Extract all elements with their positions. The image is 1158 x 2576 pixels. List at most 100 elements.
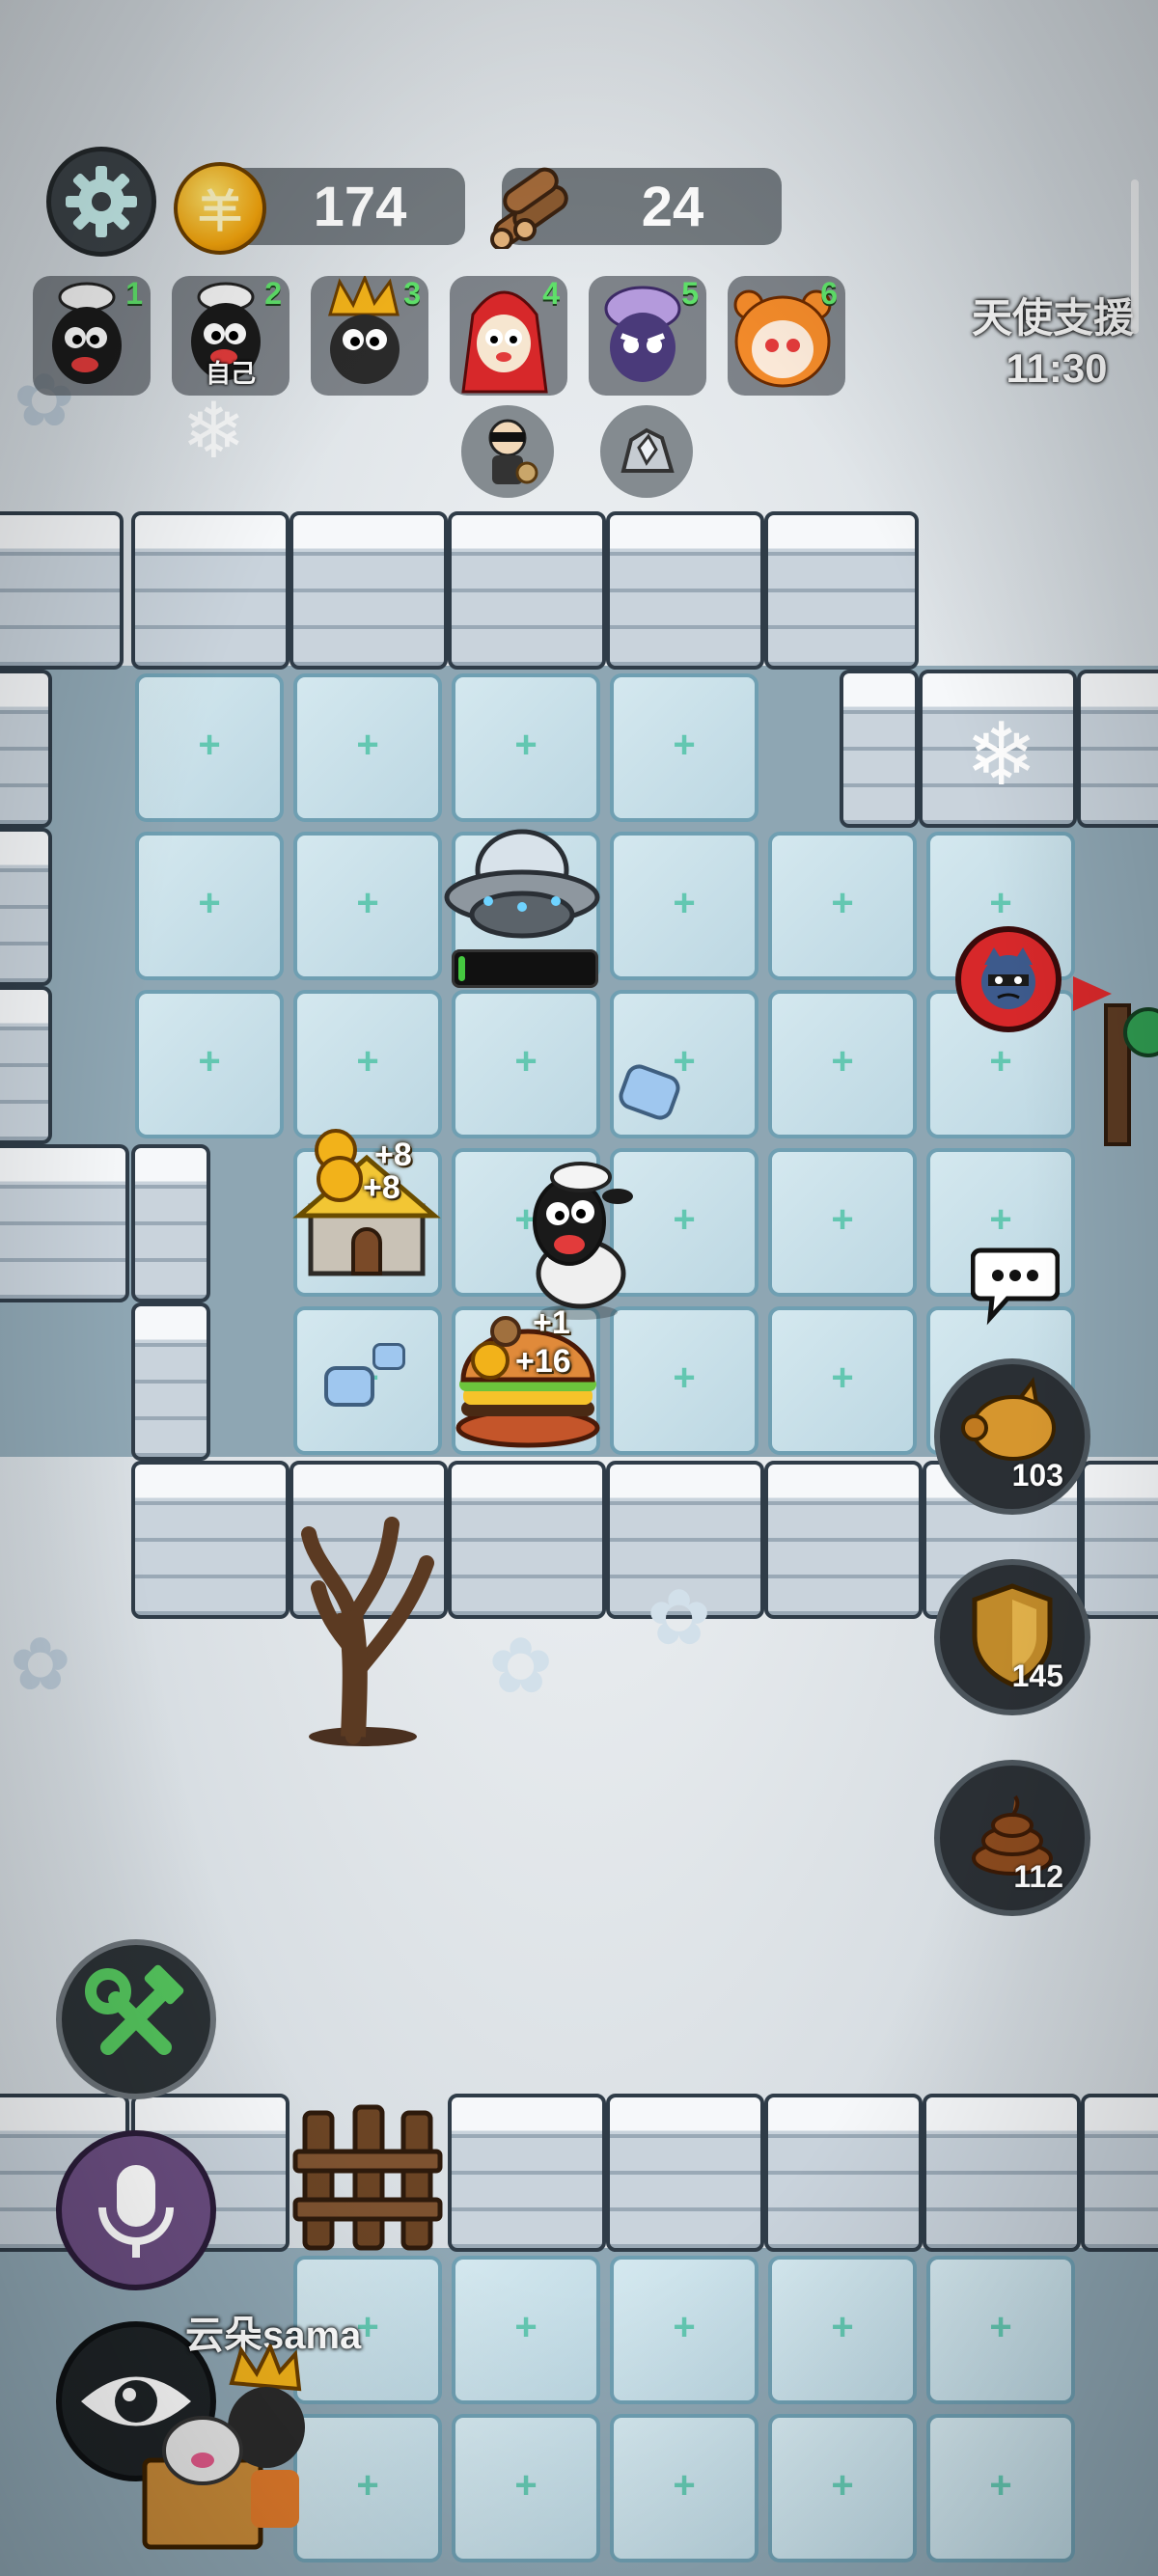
snowflake-icon: ❄	[965, 707, 1038, 804]
masked-villain-icon	[981, 947, 1035, 1009]
settings-button[interactable]	[46, 147, 156, 257]
player-slot-5[interactable]: 5	[589, 276, 706, 396]
grid-tile[interactable]	[610, 2256, 758, 2404]
ufo-health-fill	[458, 956, 465, 981]
ufo-unit[interactable]	[440, 820, 604, 945]
player-slot-4[interactable]: 4	[450, 276, 567, 396]
microphone-button[interactable]	[56, 2130, 216, 2290]
wall-block	[1077, 670, 1158, 828]
ore-badge[interactable]	[600, 405, 693, 498]
wall-block	[448, 511, 606, 670]
scrollbar[interactable]	[1131, 179, 1139, 334]
grid-tile[interactable]	[610, 2414, 758, 2562]
angel-support-label[interactable]: 天使支援	[961, 286, 1144, 344]
snowflake-icon: ❄	[181, 388, 247, 474]
shield-button[interactable]: 145	[934, 1559, 1090, 1715]
grid-tile[interactable]	[452, 990, 600, 1138]
grid-tile[interactable]	[293, 832, 442, 980]
grid-tile[interactable]	[610, 990, 758, 1138]
wall-block	[840, 670, 919, 828]
microphone-icon	[98, 2165, 174, 2258]
house-gain-text: +8	[363, 1169, 400, 1206]
angel-support-timer: 11:30	[1006, 345, 1108, 391]
grid-tile[interactable]	[768, 2256, 917, 2404]
wall-block	[764, 1461, 923, 1619]
coin-count: 174	[313, 175, 407, 238]
player-slot-1[interactable]: 1	[33, 276, 151, 396]
signpost	[1085, 994, 1158, 1146]
wall-block	[0, 1144, 129, 1302]
burger-gain-text: +1	[533, 1304, 570, 1341]
player-number: 6	[820, 276, 838, 311]
wall-block	[606, 511, 764, 670]
grid-tile[interactable]	[293, 673, 442, 822]
player-number: 1	[125, 276, 143, 311]
grid-tile[interactable]	[926, 2256, 1075, 2404]
grid-tile[interactable]	[135, 832, 284, 980]
leaf-icon: ✿	[647, 1575, 712, 1660]
wall-block	[131, 1461, 290, 1619]
leaf-icon: ✿	[10, 1624, 71, 1706]
gear-icon	[66, 166, 137, 237]
grid-tile[interactable]	[135, 673, 284, 822]
wall-block	[606, 2094, 764, 2252]
leaf-icon: ✿	[488, 1623, 554, 1709]
grid-tile[interactable]	[452, 2414, 600, 2562]
grid-tile[interactable]	[135, 990, 284, 1138]
coin-glyph: 羊	[198, 186, 242, 236]
chat-bubble-icon[interactable]	[971, 1237, 1060, 1326]
ufo-health-bar	[452, 949, 598, 988]
wall-block	[290, 511, 448, 670]
wooden-gate[interactable]	[286, 2094, 450, 2252]
player-number: 5	[681, 276, 699, 311]
piggy-bank-button[interactable]: 103	[934, 1358, 1090, 1515]
grid-tile[interactable]	[610, 1306, 758, 1455]
grid-tile[interactable]	[610, 673, 758, 822]
grid-tile[interactable]	[768, 990, 917, 1138]
grid-tile[interactable]	[293, 990, 442, 1138]
grid-tile[interactable]	[610, 832, 758, 980]
wall-block	[0, 511, 124, 670]
player-slot-3[interactable]: 3	[311, 276, 428, 396]
grid-tile[interactable]	[452, 673, 600, 822]
wall-block	[1081, 1461, 1158, 1619]
poop-button[interactable]: 112	[934, 1760, 1090, 1916]
wood-count: 24	[641, 175, 704, 238]
wall-block	[448, 2094, 606, 2252]
logs-icon	[490, 167, 568, 249]
wall-block	[764, 2094, 923, 2252]
grid-tile[interactable]	[768, 1148, 917, 1297]
grid-tile[interactable]	[768, 2414, 917, 2562]
player-slot-2[interactable]: 2 自己	[172, 276, 290, 396]
wall-block	[923, 2094, 1081, 2252]
hammer-wrench-icon	[85, 1964, 184, 2055]
wall-block	[131, 1144, 210, 1302]
grid-tile[interactable]	[452, 2256, 600, 2404]
wall-block	[448, 1461, 606, 1619]
ore-icon	[620, 427, 675, 473]
grid-tile[interactable]	[926, 2414, 1075, 2562]
player-number: 3	[403, 276, 421, 311]
coin-icon: 羊	[174, 162, 266, 255]
burger-gain-text: +16	[515, 1343, 571, 1380]
wall-block	[764, 511, 919, 670]
grid-tile[interactable]	[768, 832, 917, 980]
wall-block	[131, 1302, 210, 1461]
player-slot-6[interactable]: 6	[728, 276, 845, 396]
enemy-marker[interactable]	[955, 926, 1062, 1032]
wall-block	[0, 670, 52, 828]
piggy-bank-count: 103	[1011, 1458, 1063, 1493]
grid-tile[interactable]	[768, 1306, 917, 1455]
other-player-sprite[interactable]	[135, 2344, 357, 2557]
ice-chunk	[324, 1366, 374, 1407]
wall-block	[1081, 2094, 1158, 2252]
player-number: 4	[542, 276, 560, 311]
poop-count: 112	[1013, 1859, 1063, 1894]
dead-tree	[301, 1517, 434, 1746]
build-button[interactable]	[56, 1939, 216, 2099]
wall-block	[0, 986, 52, 1144]
wall-block	[131, 511, 290, 670]
player-number: 2	[264, 276, 282, 311]
thief-badge[interactable]	[461, 405, 554, 498]
thief-icon	[488, 419, 538, 484]
